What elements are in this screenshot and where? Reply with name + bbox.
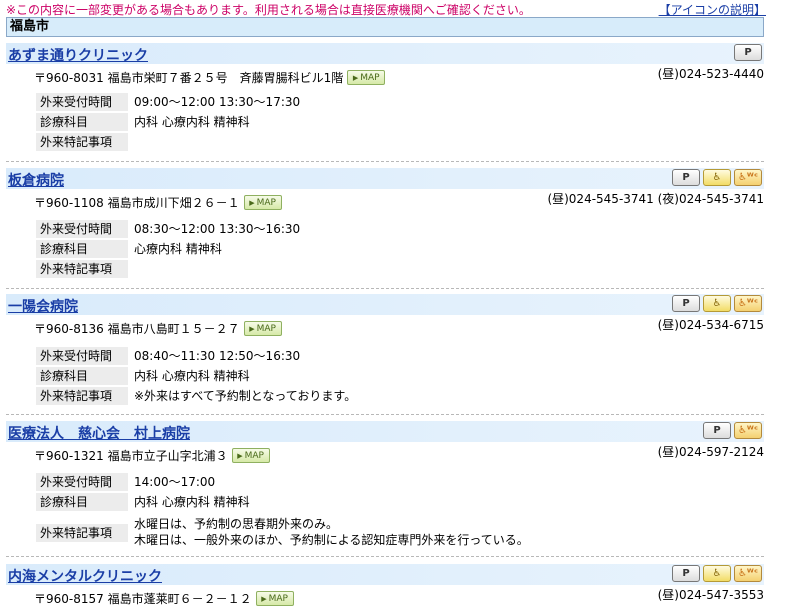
hours-row: 外来受付時間 08:40〜11:30 12:50〜16:30 — [36, 347, 776, 365]
phone-number: (昼)024-597-2124 — [657, 445, 764, 459]
address-line: 〒960-8031 福島市栄町７番２５号 斉藤胃腸科ビル1階 ▶ MAP — [34, 69, 386, 86]
icon-legend-link[interactable]: 【アイコンの説明】 — [659, 1, 766, 18]
map-label: MAP — [244, 450, 264, 461]
facility-badges: P ♿ ♿ᵂᶜ — [672, 295, 762, 312]
wheelchair-toilet-icon: ♿ᵂᶜ — [734, 422, 762, 439]
notes-row: 外来特記事項 — [36, 133, 776, 151]
wheelchair-toilet-icon: ♿ᵂᶜ — [734, 169, 762, 186]
clinic-name-link[interactable]: 内海メンタルクリニック — [8, 566, 162, 586]
departments-label: 診療科目 — [36, 113, 128, 131]
notes-value: ※外来はすべて予約制となっております。 — [134, 389, 357, 403]
map-button[interactable]: ▶ MAP — [231, 448, 270, 463]
wheelchair-toilet-icon: ♿ᵂᶜ — [734, 295, 762, 312]
address-line: 〒960-8157 福島市蓬莱町６－２－１２ ▶ MAP — [34, 590, 294, 607]
map-label: MAP — [256, 197, 276, 208]
departments-value: 内科 心療内科 精神科 — [134, 495, 250, 509]
clinic-name-bar: 一陽会病院 P ♿ ♿ᵂᶜ — [6, 294, 764, 315]
parking-icon: P — [672, 565, 700, 582]
entry-divider — [6, 414, 764, 415]
clinic-name-link[interactable]: 板倉病院 — [8, 170, 64, 190]
address: 〒960-8157 福島市蓬莱町６－２－１２ — [34, 592, 252, 606]
clinic-name-link[interactable]: あずま通りクリニック — [8, 45, 148, 65]
entry-divider — [6, 161, 764, 162]
play-icon: ▶ — [261, 594, 267, 603]
wheelchair-icon: ♿ — [703, 295, 731, 312]
play-icon: ▶ — [249, 198, 255, 207]
hours-row: 外来受付時間 09:00〜12:00 13:30〜17:30 — [36, 93, 776, 111]
parking-icon: P — [672, 169, 700, 186]
wheelchair-icon: ♿ — [703, 565, 731, 582]
clinic-name-bar: 医療法人 慈心会 村上病院 P ♿ᵂᶜ — [6, 421, 764, 442]
facility-badges: P — [734, 44, 762, 61]
departments-label: 診療科目 — [36, 240, 128, 258]
notes-label: 外来特記事項 — [36, 260, 128, 278]
map-button[interactable]: ▶ MAP — [347, 70, 386, 85]
entry-divider — [6, 288, 764, 289]
notes-row: 外来特記事項 — [36, 260, 776, 278]
departments-row: 診療科目 内科 心療内科 精神科 — [36, 113, 776, 131]
address: 〒960-8031 福島市栄町７番２５号 斉藤胃腸科ビル1階 — [34, 71, 344, 85]
map-label: MAP — [268, 593, 288, 604]
map-button[interactable]: ▶ MAP — [255, 591, 294, 606]
parking-icon: P — [703, 422, 731, 439]
notes-label: 外来特記事項 — [36, 524, 128, 542]
notes-label: 外来特記事項 — [36, 133, 128, 151]
city-header: 福島市 — [6, 17, 764, 37]
phone-number: (昼)024-545-3741 (夜)024-545-3741 — [547, 192, 764, 206]
departments-value: 内科 心療内科 精神科 — [134, 115, 250, 129]
departments-label: 診療科目 — [36, 367, 128, 385]
departments-label: 診療科目 — [36, 493, 128, 511]
phone-number: (昼)024-534-6715 — [657, 318, 764, 332]
play-icon: ▶ — [237, 451, 243, 460]
phone-number: (昼)024-523-4440 — [657, 67, 764, 81]
clinic-name-link[interactable]: 医療法人 慈心会 村上病院 — [8, 423, 190, 443]
facility-badges: P ♿ᵂᶜ — [703, 422, 762, 439]
parking-icon: P — [734, 44, 762, 61]
play-icon: ▶ — [249, 324, 255, 333]
hours-label: 外来受付時間 — [36, 93, 128, 111]
facility-badges: P ♿ ♿ᵂᶜ — [672, 169, 762, 186]
wheelchair-toilet-icon: ♿ᵂᶜ — [734, 565, 762, 582]
address: 〒960-8136 福島市八島町１５－２７ — [34, 322, 240, 336]
map-button[interactable]: ▶ MAP — [243, 321, 282, 336]
clinic-name-link[interactable]: 一陽会病院 — [8, 296, 78, 316]
clinic-name-bar: あずま通りクリニック P — [6, 43, 764, 64]
map-button[interactable]: ▶ MAP — [243, 195, 282, 210]
hours-label: 外来受付時間 — [36, 347, 128, 365]
hours-row: 外来受付時間 14:00〜17:00 — [36, 473, 776, 491]
notes-row: 外来特記事項 水曜日は、予約制の思春期外来のみ。 木曜日は、一般外来のほか、予約… — [36, 515, 776, 551]
hours-value: 14:00〜17:00 — [134, 475, 216, 489]
address: 〒960-1321 福島市立子山字北浦３ — [34, 449, 228, 463]
clinic-name-bar: 板倉病院 P ♿ ♿ᵂᶜ — [6, 168, 764, 189]
address-line: 〒960-1108 福島市成川下畑２６－１ ▶ MAP — [34, 194, 282, 211]
address-line: 〒960-1321 福島市立子山字北浦３ ▶ MAP — [34, 447, 270, 464]
parking-icon: P — [672, 295, 700, 312]
map-label: MAP — [360, 72, 380, 83]
hours-value: 09:00〜12:00 13:30〜17:30 — [134, 95, 301, 109]
hours-value: 08:30〜12:00 13:30〜16:30 — [134, 222, 301, 236]
disclaimer-notice: ※この内容に一部変更がある場合もあります。利用される場合は直接医療機関へご確認く… — [6, 3, 531, 17]
hours-label: 外来受付時間 — [36, 220, 128, 238]
phone-number: (昼)024-547-3553 — [657, 588, 764, 602]
map-label: MAP — [256, 323, 276, 334]
notes-value-line2: 木曜日は、一般外来のほか、予約制による認知症専門外来を行っている。 — [134, 533, 529, 547]
departments-row: 診療科目 心療内科 精神科 — [36, 240, 776, 258]
notes-row: 外来特記事項 ※外来はすべて予約制となっております。 — [36, 387, 776, 405]
facility-badges: P ♿ ♿ᵂᶜ — [672, 565, 762, 582]
play-icon: ▶ — [352, 73, 359, 82]
hours-label: 外来受付時間 — [36, 473, 128, 491]
clinic-name-bar: 内海メンタルクリニック P ♿ ♿ᵂᶜ — [6, 564, 764, 585]
address-line: 〒960-8136 福島市八島町１５－２７ ▶ MAP — [34, 320, 282, 337]
hours-row: 外来受付時間 08:30〜12:00 13:30〜16:30 — [36, 220, 776, 238]
notes-label: 外来特記事項 — [36, 387, 128, 405]
departments-value: 心療内科 精神科 — [134, 242, 222, 256]
address: 〒960-1108 福島市成川下畑２６－１ — [34, 196, 240, 210]
wheelchair-icon: ♿ — [703, 169, 731, 186]
departments-row: 診療科目 内科 心療内科 精神科 — [36, 493, 776, 511]
notice-bar: ※この内容に一部変更がある場合もあります。利用される場合は直接医療機関へご確認く… — [0, 0, 798, 18]
departments-row: 診療科目 内科 心療内科 精神科 — [36, 367, 776, 385]
entry-divider — [6, 556, 764, 557]
departments-value: 内科 心療内科 精神科 — [134, 369, 250, 383]
hours-value: 08:40〜11:30 12:50〜16:30 — [134, 349, 301, 363]
